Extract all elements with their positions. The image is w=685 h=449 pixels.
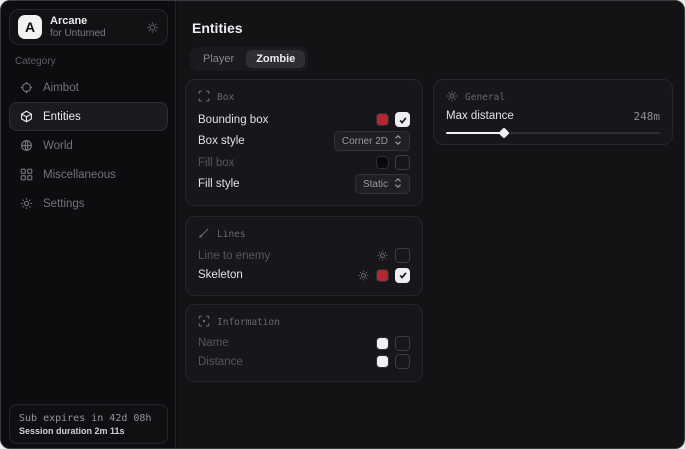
app-header: A Arcane for Unturned <box>9 9 168 45</box>
lines-card: Lines Line to enemy Skeleton <box>185 216 423 296</box>
sidebar-item-aimbot[interactable]: Aimbot <box>9 73 168 102</box>
session-duration-text: Session duration 2m 11s <box>19 426 158 436</box>
box-style-dropdown[interactable]: Corner 2D <box>334 131 410 151</box>
app-window: A Arcane for Unturned Category Aimbot <box>0 0 685 449</box>
setting-label: Line to enemy <box>198 250 270 262</box>
category-label: Category <box>15 56 56 67</box>
sidebar-nav: Aimbot Entities World <box>9 73 168 218</box>
sidebar-item-entities[interactable]: Entities <box>9 102 168 131</box>
max-distance-value: 248m <box>634 110 661 123</box>
grid-icon <box>19 168 33 181</box>
line-icon <box>198 227 210 242</box>
checkbox[interactable] <box>395 248 410 263</box>
gear-icon <box>446 90 458 105</box>
gear-icon <box>19 197 33 210</box>
checkbox[interactable] <box>395 354 410 369</box>
setting-label: Fill style <box>198 178 240 190</box>
setting-label: Fill box <box>198 157 234 169</box>
globe-icon <box>19 139 33 152</box>
card-title: Lines <box>217 229 246 240</box>
slider-fill <box>446 132 504 134</box>
setting-label: Distance <box>198 356 243 368</box>
sidebar: A Arcane for Unturned Category Aimbot <box>1 1 176 448</box>
setting-label: Box style <box>198 135 245 147</box>
tab-zombie[interactable]: Zombie <box>246 50 305 68</box>
sidebar-item-world[interactable]: World <box>9 131 168 160</box>
color-swatch[interactable] <box>376 156 389 169</box>
sidebar-item-label: Aimbot <box>43 82 79 94</box>
checkbox[interactable] <box>395 155 410 170</box>
page-title: Entities <box>192 20 243 36</box>
setting-row: Line to enemy <box>198 246 410 266</box>
dropdown-value: Corner 2D <box>342 136 388 147</box>
entity-tabs: Player Zombie <box>190 47 308 71</box>
tab-player[interactable]: Player <box>193 50 244 68</box>
setting-row: Fill style Static <box>198 174 410 196</box>
sidebar-item-label: Miscellaneous <box>43 169 116 181</box>
row-gear-icon[interactable] <box>357 269 370 282</box>
scan-icon <box>198 315 210 330</box>
setting-row: Bounding box <box>198 109 410 131</box>
app-subtitle: for Unturned <box>50 28 138 40</box>
card-title: Box <box>217 92 234 103</box>
setting-row: Box style Corner 2D <box>198 131 410 153</box>
setting-label: Bounding box <box>198 114 268 126</box>
setting-row: Name <box>198 334 410 353</box>
setting-row: Distance <box>198 353 410 372</box>
sidebar-item-label: Settings <box>43 198 85 210</box>
fill-style-dropdown[interactable]: Static <box>355 174 410 194</box>
setting-row: Max distance 248m <box>446 109 660 123</box>
checkbox[interactable] <box>395 112 410 127</box>
slider-thumb[interactable] <box>498 127 509 138</box>
app-logo: A <box>18 15 42 39</box>
setting-label: Skeleton <box>198 269 243 281</box>
app-name: Arcane <box>50 15 138 28</box>
setting-label: Name <box>198 337 229 349</box>
box-icon <box>198 90 210 105</box>
chevron-updown-icon <box>394 135 402 148</box>
chevron-updown-icon <box>394 178 402 191</box>
color-swatch[interactable] <box>376 337 389 350</box>
sub-expiry-text: Sub expires in 42d 08h <box>19 413 158 424</box>
color-swatch[interactable] <box>376 355 389 368</box>
main-content: Entities Player Zombie Box Bounding box <box>177 1 684 448</box>
card-title: General <box>465 92 505 103</box>
max-distance-slider[interactable] <box>446 132 660 134</box>
general-card: General Max distance 248m <box>433 79 673 145</box>
dropdown-value: Static <box>363 179 388 190</box>
sidebar-item-label: World <box>43 140 73 152</box>
information-card: Information Name Distance <box>185 304 423 382</box>
setting-label: Max distance <box>446 110 514 122</box>
row-gear-icon[interactable] <box>376 249 389 262</box>
sidebar-item-miscellaneous[interactable]: Miscellaneous <box>9 160 168 189</box>
color-swatch[interactable] <box>376 269 389 282</box>
crosshair-icon <box>19 81 33 94</box>
color-swatch[interactable] <box>376 113 389 126</box>
entities-icon <box>19 110 33 123</box>
sidebar-item-label: Entities <box>43 111 81 123</box>
card-title: Information <box>217 317 280 328</box>
sidebar-item-settings[interactable]: Settings <box>9 189 168 218</box>
refresh-gear-icon[interactable] <box>146 21 159 34</box>
box-card: Box Bounding box Box style Corner 2D <box>185 79 423 206</box>
setting-row: Skeleton <box>198 266 410 286</box>
subscription-info: Sub expires in 42d 08h Session duration … <box>9 404 168 444</box>
checkbox[interactable] <box>395 336 410 351</box>
setting-row: Fill box <box>198 152 410 174</box>
checkbox[interactable] <box>395 268 410 283</box>
